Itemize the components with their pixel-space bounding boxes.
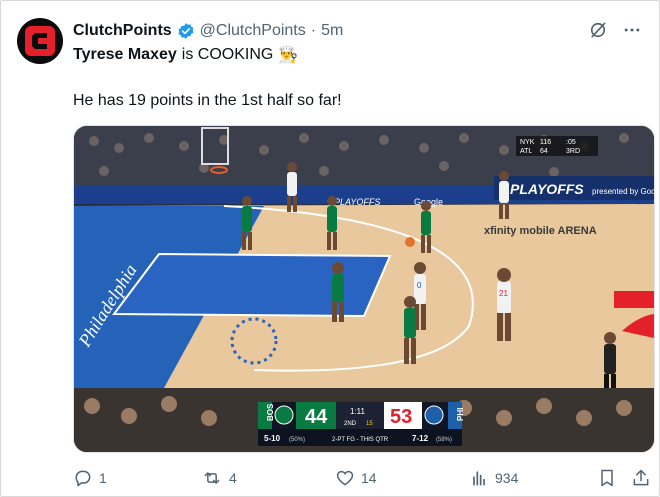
svg-text:116: 116	[540, 139, 551, 146]
svg-text:3RD: 3RD	[566, 148, 580, 155]
like-icon	[336, 470, 354, 486]
share-icon	[633, 469, 649, 486]
tweet-text-line1: Tyrese Maxey is COOKING 👨‍🍳	[73, 45, 298, 65]
away-stat: 5-10	[264, 434, 281, 443]
like-button[interactable]: 14	[335, 466, 377, 490]
game-period: 2ND	[344, 421, 357, 427]
video-media[interactable]: PLAYOFFS presented by Google xfinity mob…	[73, 125, 655, 453]
chef-emoji: 👨‍🍳	[278, 47, 299, 64]
reply-icon	[75, 470, 91, 487]
game-broadcast-frame: PLAYOFFS presented by Google xfinity mob…	[74, 126, 654, 452]
views-count: 934	[495, 470, 519, 486]
clutchpoints-logo	[25, 26, 55, 56]
repost-icon	[204, 472, 220, 484]
scorebug: BOS 44 1:11 2ND 15 53 PHI 5-10 (50%) 2-P…	[258, 402, 465, 446]
player-name: Tyrese Maxey	[73, 46, 177, 63]
celtics-logo	[274, 405, 294, 425]
more-icon[interactable]	[622, 20, 642, 40]
shot-clock: 15	[366, 421, 373, 427]
away-pct: (50%)	[289, 437, 305, 443]
reply-button[interactable]: 1	[73, 466, 107, 490]
bookmark-icon	[601, 469, 613, 487]
svg-text:NYK: NYK	[520, 139, 535, 146]
svg-text::05: :05	[566, 139, 576, 146]
avatar[interactable]	[17, 18, 63, 64]
timestamp[interactable]: 5m	[321, 22, 343, 40]
basketball	[405, 237, 415, 247]
home-abbr: PHI	[456, 408, 465, 421]
views-button[interactable]: 934	[469, 466, 518, 490]
sixers-sign	[614, 291, 654, 308]
home-stat: 7-12	[412, 434, 429, 443]
playoffs-text: PLAYOFFS	[510, 181, 584, 197]
views-icon	[473, 471, 485, 486]
reply-count: 1	[99, 470, 107, 486]
court-paint	[114, 254, 390, 316]
share-button[interactable]	[631, 466, 651, 490]
away-abbr: BOS	[266, 403, 275, 421]
verified-badge-icon	[178, 23, 194, 39]
repost-button[interactable]: 4	[201, 466, 237, 490]
svg-text:0: 0	[417, 281, 422, 290]
like-count: 14	[361, 470, 377, 486]
home-pct: (58%)	[436, 437, 452, 443]
arena-text: xfinity mobile ARENA	[484, 225, 597, 237]
away-score: 44	[305, 406, 328, 428]
tweet-text-line2: He has 19 points in the 1st half so far!	[73, 92, 342, 109]
grok-icon[interactable]	[588, 20, 608, 40]
display-name[interactable]: ClutchPoints	[73, 22, 172, 40]
handle[interactable]: @ClutchPoints	[200, 22, 306, 40]
home-score: 53	[390, 406, 412, 428]
svg-text:ATL: ATL	[520, 148, 532, 155]
bookmark-button[interactable]	[597, 466, 617, 490]
presented-text: presented by Google	[592, 187, 654, 196]
svg-text:64: 64	[540, 148, 548, 155]
stat-label: 2-PT FG - THIS QTR	[332, 437, 389, 443]
tweet-text: is COOKING	[181, 46, 274, 63]
repost-count: 4	[229, 470, 237, 486]
tweet-header: ClutchPoints @ClutchPoints · 5m	[73, 20, 343, 42]
svg-text:21: 21	[499, 289, 508, 298]
baseline-text: PLAYOFFS	[334, 197, 380, 207]
game-clock: 1:11	[350, 407, 366, 416]
tweet-actions: 1 4 14 934	[73, 466, 653, 490]
sixers-logo	[424, 405, 444, 425]
separator-dot: ·	[310, 22, 317, 39]
